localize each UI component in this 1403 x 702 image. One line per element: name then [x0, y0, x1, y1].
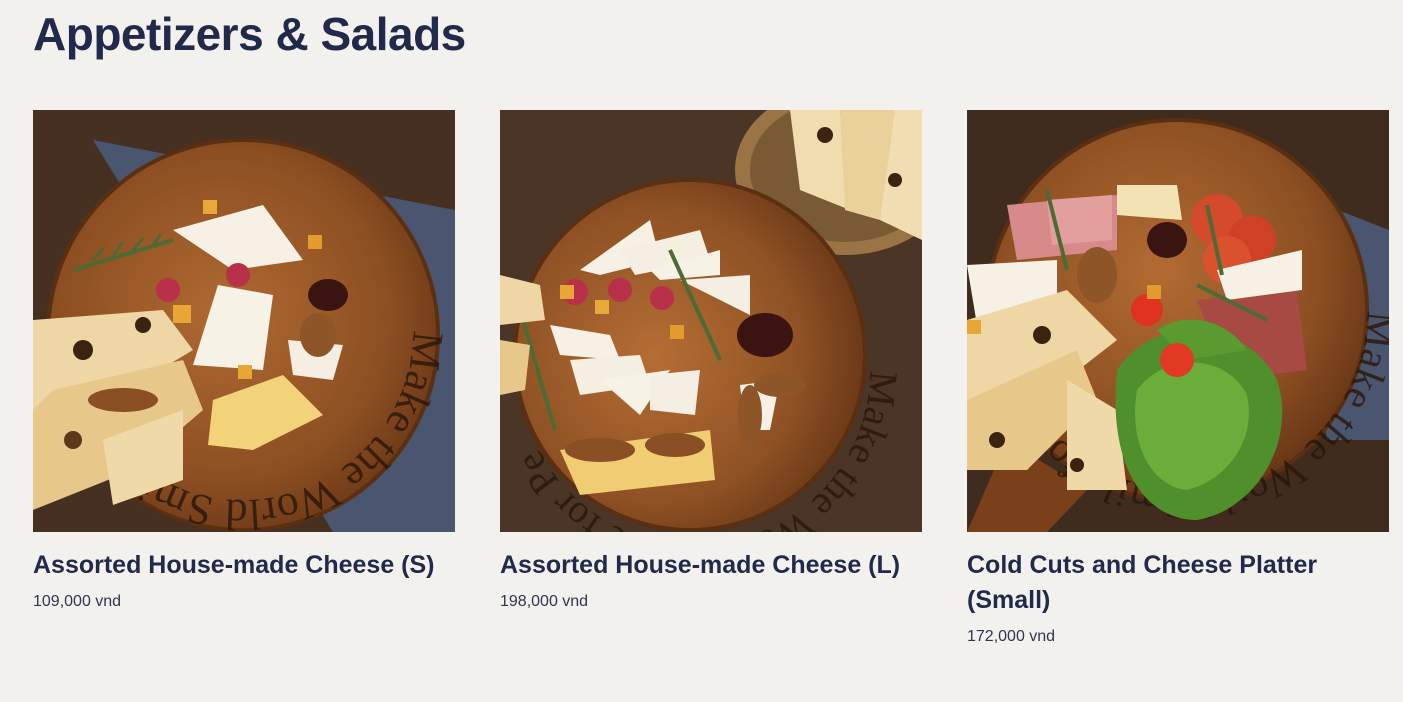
menu-grid: Make the World Smile for Pe [33, 110, 1389, 647]
menu-section: Appetizers & Salads Make the World Sm As… [0, 0, 1403, 702]
menu-item-photo[interactable]: Make the World Smile for Pe [33, 110, 455, 532]
menu-item-card[interactable]: Make the World Smile for Pe [500, 110, 922, 647]
menu-item-price: 109,000 vnd [33, 593, 122, 610]
section-title: Appetizers & Salads [33, 8, 466, 60]
menu-item-photo[interactable]: Make the World Smile for Pe [967, 110, 1389, 532]
cheese-board-image: Make the World Smile for Pe [33, 110, 455, 532]
menu-item-photo[interactable]: Make the World Smile for Pe [500, 110, 922, 532]
cheese-board-image: Make the World Smile for Pe [500, 110, 922, 532]
menu-item-card[interactable]: Make the World Smile for Pe [33, 110, 455, 647]
menu-item-card[interactable]: Make the World Smile for Pe [967, 110, 1389, 647]
platter-image: Make the World Smile for Pe [967, 110, 1389, 532]
menu-item-name[interactable]: Assorted House-made Cheese (S) [33, 548, 455, 583]
menu-item-price: 198,000 vnd [500, 593, 589, 610]
menu-item-price: 172,000 vnd [967, 628, 1056, 645]
menu-item-name[interactable]: Assorted House-made Cheese (L) [500, 548, 922, 583]
menu-item-name[interactable]: Cold Cuts and Cheese Platter (Small) [967, 548, 1389, 618]
